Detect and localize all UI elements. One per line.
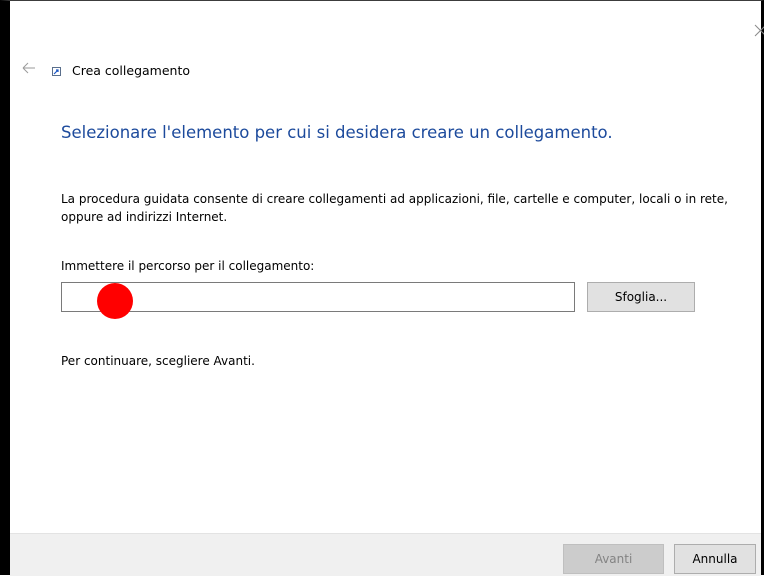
click-marker: [97, 283, 133, 319]
next-button[interactable]: Avanti: [563, 544, 664, 574]
continue-instruction: Per continuare, scegliere Avanti.: [61, 354, 255, 368]
cancel-button[interactable]: Annulla: [674, 544, 756, 574]
wizard-description: La procedura guidata consente di creare …: [61, 190, 751, 226]
path-input[interactable]: [61, 282, 575, 312]
back-arrow-icon: [22, 61, 36, 75]
wizard-title: Crea collegamento: [72, 63, 190, 78]
page-heading: Selezionare l'elemento per cui si deside…: [61, 123, 613, 142]
create-shortcut-dialog: Crea collegamento Selezionare l'elemento…: [0, 0, 764, 575]
path-label: Immettere il percorso per il collegament…: [61, 259, 314, 273]
browse-button[interactable]: Sfoglia...: [587, 282, 695, 312]
back-button[interactable]: [22, 60, 36, 74]
shortcut-icon: [52, 67, 61, 76]
close-icon: [754, 24, 764, 37]
dialog-footer: Avanti Annulla: [10, 533, 761, 576]
close-button[interactable]: [753, 23, 764, 37]
